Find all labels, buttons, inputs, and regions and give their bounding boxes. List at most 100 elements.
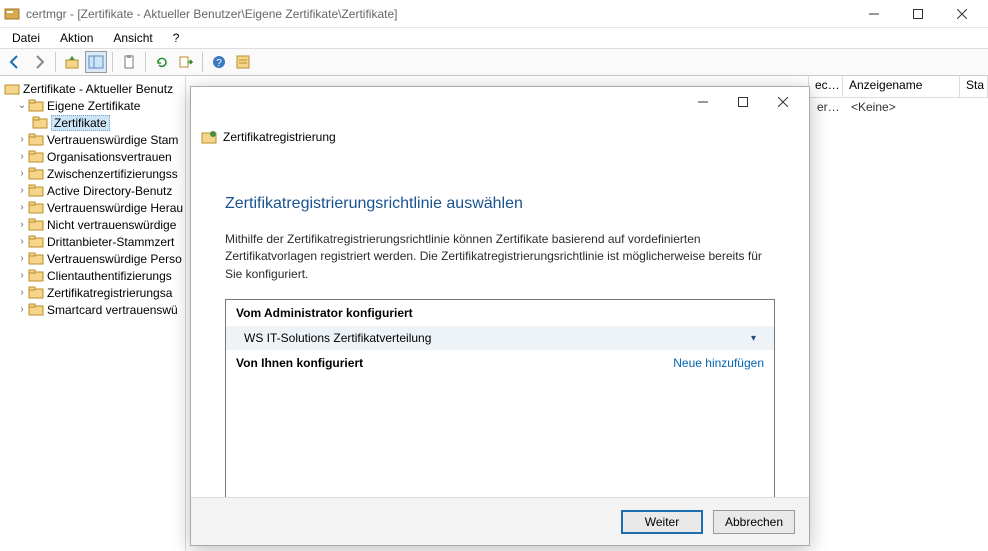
toolbar: ? <box>0 48 988 76</box>
folder-icon <box>28 201 44 215</box>
window-title: certmgr - [Zertifikate - Aktueller Benut… <box>26 7 852 21</box>
clipboard-button[interactable] <box>118 51 140 73</box>
dialog-close-button[interactable] <box>763 88 803 116</box>
up-folder-button[interactable] <box>61 51 83 73</box>
folder-icon <box>28 133 44 147</box>
tree-item-label: Drittanbieter-Stammzert <box>47 235 174 249</box>
cert-root-icon <box>4 82 20 96</box>
menu-help[interactable]: ? <box>169 29 184 47</box>
dialog-minimize-button[interactable] <box>683 88 723 116</box>
refresh-button[interactable] <box>151 51 173 73</box>
expand-icon[interactable]: › <box>16 270 28 281</box>
next-button[interactable]: Weiter <box>621 510 703 534</box>
folder-icon <box>28 252 44 266</box>
policy-item[interactable]: WS IT-Solutions Zertifikatverteilung ▾ <box>226 326 774 350</box>
tree-zertifikate-selected[interactable]: Zertifikate <box>0 114 185 131</box>
expand-icon[interactable]: › <box>16 151 28 162</box>
admin-configured-header: Vom Administrator konfiguriert <box>226 300 774 326</box>
expand-icon[interactable]: › <box>16 202 28 213</box>
properties-button[interactable] <box>232 51 254 73</box>
tree-item[interactable]: › Active Directory-Benutz <box>0 182 185 199</box>
folder-icon <box>32 116 48 130</box>
folder-icon <box>28 303 44 317</box>
help-button[interactable]: ? <box>208 51 230 73</box>
tree-item[interactable]: › Nicht vertrauenswürdige <box>0 216 185 233</box>
col-header-anzeigename[interactable]: Anzeigename <box>843 76 960 97</box>
menu-datei[interactable]: Datei <box>8 29 44 47</box>
tree-item-label: Zertifikatregistrierungsa <box>47 286 172 300</box>
tree-item[interactable]: › Zertifikatregistrierungsa <box>0 284 185 301</box>
add-new-link[interactable]: Neue hinzufügen <box>673 356 764 370</box>
enrollment-dialog: Zertifikatregistrierung Zertifikatregist… <box>190 86 810 546</box>
tree-item[interactable]: › Vertrauenswürdige Perso <box>0 250 185 267</box>
expand-icon[interactable]: › <box>16 304 28 315</box>
tree-item[interactable]: › Zwischenzertifizierungss <box>0 165 185 182</box>
menu-ansicht[interactable]: Ansicht <box>109 29 156 47</box>
tree-item-label: Nicht vertrauenswürdige <box>47 218 176 232</box>
expand-icon[interactable]: › <box>16 168 28 179</box>
dialog-description: Mithilfe der Zertifikatregistrierungsric… <box>225 231 775 283</box>
expand-icon[interactable]: › <box>16 287 28 298</box>
expand-icon[interactable]: › <box>16 219 28 230</box>
chevron-down-icon[interactable]: ▾ <box>751 333 756 344</box>
user-configured-header: Von Ihnen konfiguriert Neue hinzufügen <box>226 350 774 376</box>
col-header-ec[interactable]: ec… <box>809 76 843 97</box>
folder-icon <box>28 286 44 300</box>
tree-item-label: Vertrauenswürdige Stam <box>47 133 178 147</box>
close-button[interactable] <box>940 0 984 28</box>
export-button[interactable] <box>175 51 197 73</box>
certmgr-icon <box>4 6 20 22</box>
tree-item-label: Organisationsvertrauen <box>47 150 172 164</box>
enrollment-icon <box>201 129 217 145</box>
folder-icon <box>28 235 44 249</box>
folder-icon <box>28 167 44 181</box>
expand-icon[interactable]: › <box>16 236 28 247</box>
dialog-brand: Zertifikatregistrierung <box>201 129 336 145</box>
folder-icon <box>28 184 44 198</box>
expand-icon[interactable]: › <box>16 185 28 196</box>
dialog-footer: Weiter Abbrechen <box>191 497 809 545</box>
tree-item[interactable]: › Vertrauenswürdige Stam <box>0 131 185 148</box>
list-columns: ec… Anzeigename Sta er… <Keine> <box>808 76 988 116</box>
back-button[interactable] <box>4 51 26 73</box>
menubar: Datei Aktion Ansicht ? <box>0 28 988 48</box>
tree-root[interactable]: Zertifikate - Aktueller Benutz <box>0 80 185 97</box>
tree-eigene[interactable]: ⌄ Eigene Zertifikate <box>0 97 185 114</box>
tree-item[interactable]: › Drittanbieter-Stammzert <box>0 233 185 250</box>
cell-er: er… <box>809 98 843 116</box>
expand-icon[interactable]: › <box>16 134 28 145</box>
folder-icon <box>28 150 44 164</box>
tree-item-label: Vertrauenswürdige Perso <box>47 252 182 266</box>
tree-item-label: Smartcard vertrauenswü <box>47 303 178 317</box>
cancel-button[interactable]: Abbrechen <box>713 510 795 534</box>
tree-item[interactable]: › Organisationsvertrauen <box>0 148 185 165</box>
maximize-button[interactable] <box>896 0 940 28</box>
forward-button[interactable] <box>28 51 50 73</box>
toolbar-separator <box>145 52 146 72</box>
menu-aktion[interactable]: Aktion <box>56 29 97 47</box>
window-titlebar: certmgr - [Zertifikate - Aktueller Benut… <box>0 0 988 28</box>
collapse-icon[interactable]: ⌄ <box>16 100 28 111</box>
toolbar-separator <box>112 52 113 72</box>
tree-item[interactable]: › Vertrauenswürdige Herau <box>0 199 185 216</box>
policy-listbox: Vom Administrator konfiguriert WS IT-Sol… <box>225 299 775 507</box>
tree-panel[interactable]: Zertifikate - Aktueller Benutz ⌄ Eigene … <box>0 76 186 551</box>
folder-icon <box>28 218 44 232</box>
tree-item-label: Zwischenzertifizierungss <box>47 167 178 181</box>
tree-item-label: Active Directory-Benutz <box>47 184 172 198</box>
toolbar-separator <box>55 52 56 72</box>
tree-item-label: Clientauthentifizierungs <box>47 269 172 283</box>
folder-icon <box>28 269 44 283</box>
col-header-sta[interactable]: Sta <box>960 76 988 97</box>
dialog-maximize-button[interactable] <box>723 88 763 116</box>
tree-item-label: Vertrauenswürdige Herau <box>47 201 183 215</box>
tree-item[interactable]: › Smartcard vertrauenswü <box>0 301 185 318</box>
cell-keine: <Keine> <box>843 98 904 116</box>
tree-item[interactable]: › Clientauthentifizierungs <box>0 267 185 284</box>
folder-icon <box>28 99 44 113</box>
expand-icon[interactable]: › <box>16 253 28 264</box>
show-tree-button[interactable] <box>85 51 107 73</box>
minimize-button[interactable] <box>852 0 896 28</box>
policy-empty-area <box>226 376 774 506</box>
toolbar-separator <box>202 52 203 72</box>
